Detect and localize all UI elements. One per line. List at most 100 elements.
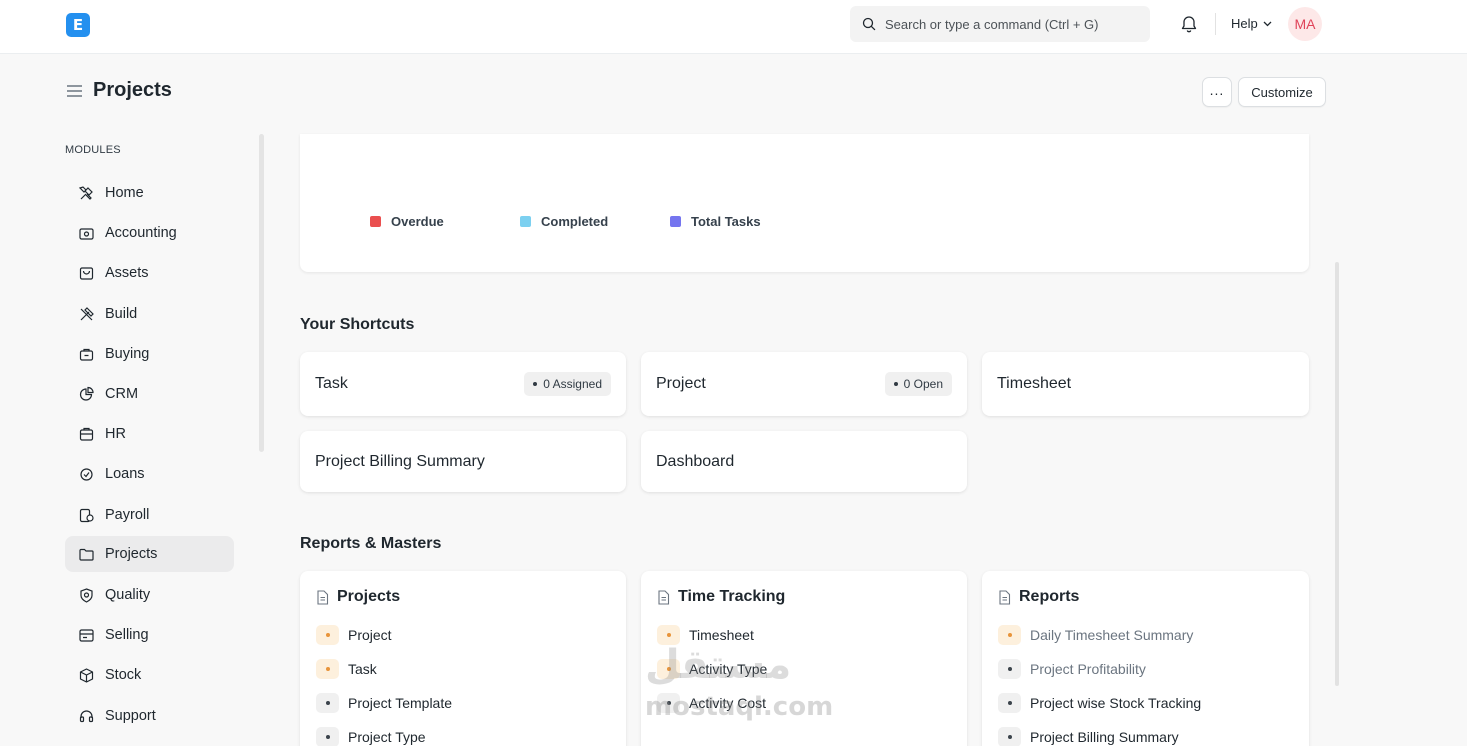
bullet-icon [316,625,339,645]
bullet-icon [998,727,1021,746]
document-icon [317,589,329,605]
sidebar-item-accounting[interactable]: Accounting [65,215,234,251]
report-card-header: Time Tracking [657,588,951,606]
sidebar-item-support[interactable]: Support [65,698,234,734]
shortcut-dashboard[interactable]: Dashboard [641,431,967,492]
page-title: Projects [93,79,172,101]
link-project-wise-stock-tracking[interactable]: Project wise Stock Tracking [998,686,1293,720]
sidebar-item-assets[interactable]: Assets [65,255,234,291]
bullet-icon [316,727,339,746]
bullet-icon [998,693,1021,713]
search-icon [862,17,876,31]
legend-swatch [370,216,381,227]
sidebar-item-projects[interactable]: Projects [65,536,234,572]
legend-item-total-tasks[interactable]: Total Tasks [670,214,761,229]
sidebar-item-label: Build [105,306,138,322]
link-label: Project Profitability [1030,661,1146,677]
shortcut-task[interactable]: Task 0 Assigned [300,352,626,416]
sidebar-item-crm[interactable]: CRM [65,376,234,412]
bullet-icon [998,659,1021,679]
link-daily-timesheet-summary[interactable]: Daily Timesheet Summary [998,618,1293,652]
sidebar-item-label: Support [105,708,156,724]
shortcut-timesheet[interactable]: Timesheet [982,352,1309,416]
link-label: Task [348,661,377,677]
sidebar-item-label: Accounting [105,225,177,241]
sidebar-item-loans[interactable]: Loans [65,456,234,492]
watermark-arabic: مستقل [645,642,792,688]
sidebar-item-home[interactable]: Home [65,175,234,211]
sidebar-toggle-icon[interactable] [66,84,83,98]
hr-icon [79,427,94,441]
payroll-icon [79,508,94,522]
shortcut-label: Timesheet [997,375,1072,392]
sidebar-item-build[interactable]: Build [65,296,234,332]
sidebar-item-hr[interactable]: HR [65,416,234,452]
user-avatar[interactable]: MA [1288,7,1322,41]
loans-icon [80,467,93,481]
legend-label: Total Tasks [691,214,761,229]
sidebar-item-label: Stock [105,667,142,683]
legend-item-completed[interactable]: Completed [520,214,608,229]
sidebar-item-payroll[interactable]: Payroll [65,497,234,533]
sidebar-item-label: Projects [105,546,158,562]
stock-icon [79,667,94,683]
content-scrollbar[interactable] [1335,262,1339,686]
shortcut-badge: 0 Assigned [524,372,611,396]
legend-swatch [520,216,531,227]
shortcut-label: Project Billing Summary [315,452,485,470]
crm-icon [79,386,94,401]
customize-button[interactable]: Customize [1238,77,1326,107]
chevron-down-icon [1263,21,1272,26]
link-project-billing-summary[interactable]: Project Billing Summary [998,720,1293,746]
legend-label: Completed [541,214,609,229]
search-input[interactable] [885,16,1135,32]
sidebar-item-label: Assets [105,265,149,281]
bullet-icon [316,659,339,679]
badge-text: 0 Open [903,377,943,391]
home-icon [78,185,93,200]
help-label: Help [1231,16,1258,31]
sidebar-scrollbar[interactable] [259,134,264,452]
link-label: Project Template [348,695,453,711]
sidebar-item-quality[interactable]: Quality [65,577,234,613]
app-logo[interactable]: E [66,13,90,37]
report-card-title: Reports [1019,588,1080,605]
report-card-header: Reports [998,588,1293,606]
shortcut-label: Project [656,375,706,392]
legend-item-overdue[interactable]: Overdue [370,214,444,229]
folder-icon [79,548,94,561]
sidebar-item-label: Home [105,185,144,201]
document-icon [658,589,670,605]
reports-section-title: Reports & Masters [300,535,442,552]
link-task[interactable]: Task [316,652,610,686]
link-project-template[interactable]: Project Template [316,686,610,720]
support-icon [79,709,94,722]
link-label: Daily Timesheet Summary [1030,627,1194,643]
chart-card: Overdue Completed Total Tasks [300,134,1309,272]
build-icon [80,306,94,320]
help-dropdown[interactable]: Help [1231,16,1272,31]
search-bar[interactable] [850,6,1150,42]
link-label: Project Type [348,729,426,745]
document-icon [999,589,1011,605]
sidebar-item-stock[interactable]: Stock [65,657,234,693]
report-card-projects: Projects Project Task Project Template P… [300,571,626,746]
link-project[interactable]: Project [316,618,610,652]
link-project-type[interactable]: Project Type [316,720,610,746]
sidebar-item-buying[interactable]: Buying [65,336,234,372]
legend-swatch [670,216,681,227]
sidebar-item-label: Payroll [105,507,150,523]
report-card-reports: Reports Daily Timesheet Summary Project … [982,571,1309,746]
assets-icon [79,266,94,280]
more-options-button[interactable]: ... [1202,77,1232,107]
notification-bell-icon[interactable] [1180,14,1198,33]
report-card-title: Time Tracking [678,588,786,605]
sidebar-item-label: Loans [105,466,145,482]
selling-icon [79,628,94,642]
bullet-icon [998,625,1021,645]
quality-icon [80,587,93,603]
link-project-profitability[interactable]: Project Profitability [998,652,1293,686]
shortcut-project-billing-summary[interactable]: Project Billing Summary [300,431,626,492]
sidebar-item-selling[interactable]: Selling [65,617,234,653]
shortcut-project[interactable]: Project 0 Open [641,352,967,416]
